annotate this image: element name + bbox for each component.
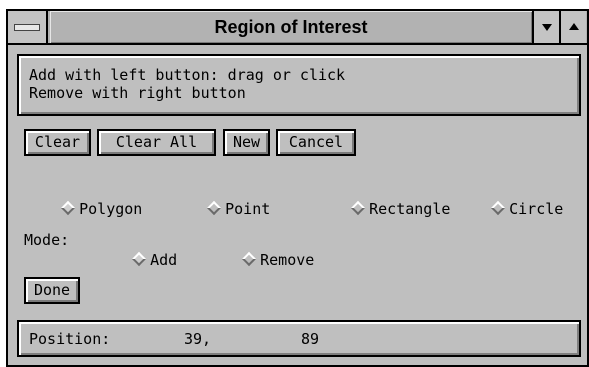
shape-radio-point[interactable]: Point: [168, 179, 270, 218]
minimize-icon: [542, 24, 552, 31]
shape-radio-polygon[interactable]: Polygon: [22, 179, 142, 218]
instruction-line: Add with left button: drag or click: [29, 66, 346, 84]
maximize-button[interactable]: [559, 11, 586, 43]
window-menu-button[interactable]: [8, 11, 48, 43]
position-x-value: 39,: [184, 330, 212, 348]
radio-label: Polygon: [79, 200, 143, 218]
roi-window: Region of Interest Add with left button:…: [6, 9, 589, 367]
minimize-button[interactable]: [532, 11, 559, 43]
mode-radio-add[interactable]: Add: [93, 230, 177, 269]
radio-diamond-icon: [61, 200, 76, 216]
shape-radio-circle[interactable]: Circle: [452, 179, 563, 218]
clear-button[interactable]: Clear: [24, 129, 91, 156]
position-status-bar: Position: 39, 89: [17, 320, 581, 357]
new-button[interactable]: New: [223, 129, 270, 156]
done-button[interactable]: Done: [24, 277, 80, 304]
radio-diamond-icon: [207, 200, 222, 216]
radio-label: Remove: [260, 251, 315, 269]
menu-bar-icon: [14, 24, 40, 31]
clear-all-button[interactable]: Clear All: [97, 129, 216, 156]
shape-radio-rectangle[interactable]: Rectangle: [312, 179, 450, 218]
mode-radio-remove[interactable]: Remove: [203, 230, 314, 269]
radio-diamond-icon: [491, 200, 506, 216]
title-bar[interactable]: Region of Interest: [8, 11, 587, 45]
radio-diamond-icon: [132, 251, 147, 267]
instructions-panel: Add with left button: drag or click Remo…: [17, 54, 581, 116]
position-label: Position:: [29, 330, 111, 348]
radio-label: Add: [150, 251, 178, 269]
cancel-button[interactable]: Cancel: [276, 129, 356, 156]
radio-label: Circle: [509, 200, 564, 218]
radio-diamond-icon: [351, 200, 366, 216]
radio-diamond-icon: [242, 251, 257, 267]
maximize-icon: [569, 23, 579, 30]
radio-label: Rectangle: [369, 200, 451, 218]
window-title: Region of Interest: [50, 11, 532, 43]
radio-label: Point: [225, 200, 271, 218]
instruction-line: Remove with right button: [29, 84, 246, 102]
position-y-value: 89: [301, 330, 320, 348]
mode-label: Mode:: [24, 231, 70, 249]
